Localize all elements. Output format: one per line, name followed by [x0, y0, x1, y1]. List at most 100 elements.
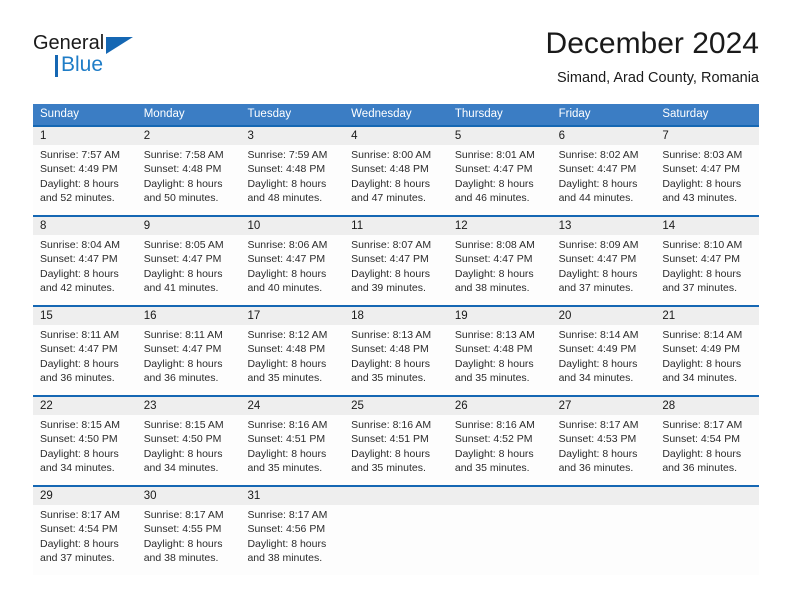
daylight-text-cont: and 34 minutes.: [662, 372, 738, 385]
day-cell[interactable]: Sunrise: 8:16 AM Sunset: 4:51 PM Dayligh…: [240, 415, 344, 485]
day-cell[interactable]: Sunrise: 8:14 AM Sunset: 4:49 PM Dayligh…: [552, 325, 656, 395]
day-number[interactable]: 21: [655, 307, 759, 325]
title-block: December 2024 Simand, Arad County, Roman…: [546, 26, 759, 88]
day-cell[interactable]: Sunrise: 8:06 AM Sunset: 4:47 PM Dayligh…: [240, 235, 344, 305]
day-number[interactable]: 10: [240, 217, 344, 235]
day-cell[interactable]: Sunrise: 8:15 AM Sunset: 4:50 PM Dayligh…: [33, 415, 137, 485]
daylight-text-cont: and 34 minutes.: [40, 462, 115, 475]
week-detail-row: Sunrise: 8:04 AM Sunset: 4:47 PM Dayligh…: [33, 235, 759, 305]
sunset-text: Sunset: 4:47 PM: [558, 253, 637, 266]
day-cell[interactable]: Sunrise: 8:17 AM Sunset: 4:54 PM Dayligh…: [33, 505, 137, 575]
day-number[interactable]: 15: [33, 307, 137, 325]
day-number[interactable]: 9: [137, 217, 241, 235]
day-cell[interactable]: Sunrise: 8:13 AM Sunset: 4:48 PM Dayligh…: [448, 325, 552, 395]
day-cell[interactable]: Sunrise: 8:15 AM Sunset: 4:50 PM Dayligh…: [137, 415, 241, 485]
day-number[interactable]: 5: [448, 127, 552, 145]
day-number[interactable]: 20: [552, 307, 656, 325]
day-cell[interactable]: Sunrise: 8:02 AM Sunset: 4:47 PM Dayligh…: [552, 145, 656, 215]
day-number[interactable]: 17: [240, 307, 344, 325]
day-number[interactable]: 4: [344, 127, 448, 145]
day-cell[interactable]: Sunrise: 8:17 AM Sunset: 4:56 PM Dayligh…: [240, 505, 344, 575]
day-number[interactable]: 29: [33, 487, 137, 505]
day-cell[interactable]: Sunrise: 8:12 AM Sunset: 4:48 PM Dayligh…: [240, 325, 344, 395]
day-number[interactable]: 3: [240, 127, 344, 145]
day-cell[interactable]: Sunrise: 8:11 AM Sunset: 4:47 PM Dayligh…: [137, 325, 241, 395]
day-number[interactable]: 31: [240, 487, 344, 505]
daylight-text: Daylight: 8 hours: [143, 357, 223, 370]
day-number[interactable]: 18: [344, 307, 448, 325]
day-cell[interactable]: Sunrise: 8:04 AM Sunset: 4:47 PM Dayligh…: [33, 235, 137, 305]
day-number[interactable]: 25: [344, 397, 448, 415]
day-cell[interactable]: Sunrise: 8:13 AM Sunset: 4:48 PM Dayligh…: [344, 325, 448, 395]
day-number[interactable]: 1: [33, 127, 137, 145]
sunrise-text: Sunrise: 8:14 AM: [558, 329, 639, 341]
day-number-empty: [551, 487, 656, 505]
daylight-text: Daylight: 8 hours: [454, 357, 534, 370]
sunrise-text: Sunrise: 8:10 AM: [662, 239, 743, 251]
daylight-text: Daylight: 8 hours: [40, 537, 119, 550]
day-number[interactable]: 7: [655, 127, 759, 145]
day-number[interactable]: 22: [33, 397, 137, 415]
day-cell[interactable]: Sunrise: 7:57 AM Sunset: 4:49 PM Dayligh…: [33, 145, 137, 215]
day-number[interactable]: 27: [552, 397, 656, 415]
daylight-text: Daylight: 8 hours: [454, 177, 534, 190]
day-number[interactable]: 12: [448, 217, 552, 235]
day-cell[interactable]: Sunrise: 8:08 AM Sunset: 4:47 PM Dayligh…: [448, 235, 552, 305]
day-number[interactable]: 14: [655, 217, 759, 235]
sunrise-text: Sunrise: 8:06 AM: [247, 239, 328, 251]
day-number[interactable]: 16: [137, 307, 241, 325]
day-number[interactable]: 19: [448, 307, 552, 325]
day-number[interactable]: 2: [137, 127, 241, 145]
calendar-week-row: 15 16 17 18 19 20 21 Sunrise: 8:11 AM Su…: [33, 305, 759, 395]
day-cell[interactable]: Sunrise: 7:59 AM Sunset: 4:48 PM Dayligh…: [240, 145, 344, 215]
day-number[interactable]: 26: [448, 397, 552, 415]
day-cell[interactable]: Sunrise: 8:03 AM Sunset: 4:47 PM Dayligh…: [655, 145, 759, 215]
day-cell[interactable]: Sunrise: 8:16 AM Sunset: 4:51 PM Dayligh…: [344, 415, 448, 485]
day-cell[interactable]: Sunrise: 8:17 AM Sunset: 4:53 PM Dayligh…: [552, 415, 656, 485]
sunset-text: Sunset: 4:54 PM: [662, 433, 740, 446]
sunset-text: Sunset: 4:52 PM: [454, 433, 533, 446]
sunrise-text: Sunrise: 8:12 AM: [247, 329, 328, 341]
calendar-grid: Sunday Monday Tuesday Wednesday Thursday…: [33, 104, 760, 575]
daylight-text-cont: and 35 minutes.: [351, 462, 426, 475]
day-cell[interactable]: Sunrise: 8:10 AM Sunset: 4:47 PM Dayligh…: [655, 235, 759, 305]
daylight-text-cont: and 35 minutes.: [454, 462, 530, 475]
day-number[interactable]: 24: [240, 397, 344, 415]
sunrise-text: Sunrise: 8:11 AM: [40, 329, 120, 341]
day-cell[interactable]: Sunrise: 8:09 AM Sunset: 4:47 PM Dayligh…: [552, 235, 656, 305]
sunset-text: Sunset: 4:47 PM: [247, 253, 326, 266]
daylight-text-cont: and 41 minutes.: [143, 282, 219, 295]
general-blue-logo[interactable]: General Blue: [33, 32, 153, 84]
daylight-text-cont: and 46 minutes.: [454, 192, 530, 205]
daylight-text-cont: and 36 minutes.: [143, 372, 219, 385]
day-cell[interactable]: Sunrise: 8:05 AM Sunset: 4:47 PM Dayligh…: [137, 235, 241, 305]
day-cell[interactable]: Sunrise: 8:17 AM Sunset: 4:55 PM Dayligh…: [137, 505, 241, 575]
daylight-text: Daylight: 8 hours: [247, 267, 327, 280]
day-number[interactable]: 13: [552, 217, 656, 235]
daylight-text: Daylight: 8 hours: [558, 177, 638, 190]
day-number[interactable]: 8: [33, 217, 137, 235]
day-cell[interactable]: Sunrise: 8:00 AM Sunset: 4:48 PM Dayligh…: [344, 145, 448, 215]
day-cell[interactable]: Sunrise: 8:16 AM Sunset: 4:52 PM Dayligh…: [448, 415, 552, 485]
sunrise-text: Sunrise: 8:17 AM: [662, 419, 743, 431]
day-number[interactable]: 30: [137, 487, 241, 505]
day-cell[interactable]: Sunrise: 8:17 AM Sunset: 4:54 PM Dayligh…: [655, 415, 759, 485]
day-cell[interactable]: Sunrise: 8:11 AM Sunset: 4:47 PM Dayligh…: [33, 325, 137, 395]
day-number[interactable]: 6: [552, 127, 656, 145]
day-cell[interactable]: Sunrise: 8:07 AM Sunset: 4:47 PM Dayligh…: [344, 235, 448, 305]
day-number[interactable]: 11: [344, 217, 448, 235]
day-number[interactable]: 23: [137, 397, 241, 415]
page-title: December 2024: [545, 27, 759, 60]
page-header: General Blue December 2024 Simand, Arad …: [33, 26, 759, 98]
daylight-text: Daylight: 8 hours: [40, 357, 119, 370]
daylight-text-cont: and 36 minutes.: [40, 372, 115, 385]
weekday-header-monday: Monday: [143, 108, 185, 120]
daylight-text-cont: and 35 minutes.: [247, 462, 323, 475]
calendar-week-row: 8 9 10 11 12 13 14 Sunrise: 8:04 AM Suns…: [33, 215, 759, 305]
day-number[interactable]: 28: [655, 397, 759, 415]
day-cell[interactable]: Sunrise: 8:14 AM Sunset: 4:49 PM Dayligh…: [655, 325, 759, 395]
day-cell[interactable]: Sunrise: 7:58 AM Sunset: 4:48 PM Dayligh…: [137, 145, 241, 215]
sunrise-text: Sunrise: 7:58 AM: [143, 149, 224, 161]
week-daynumber-row: 15 16 17 18 19 20 21: [33, 307, 759, 325]
day-cell[interactable]: Sunrise: 8:01 AM Sunset: 4:47 PM Dayligh…: [448, 145, 552, 215]
